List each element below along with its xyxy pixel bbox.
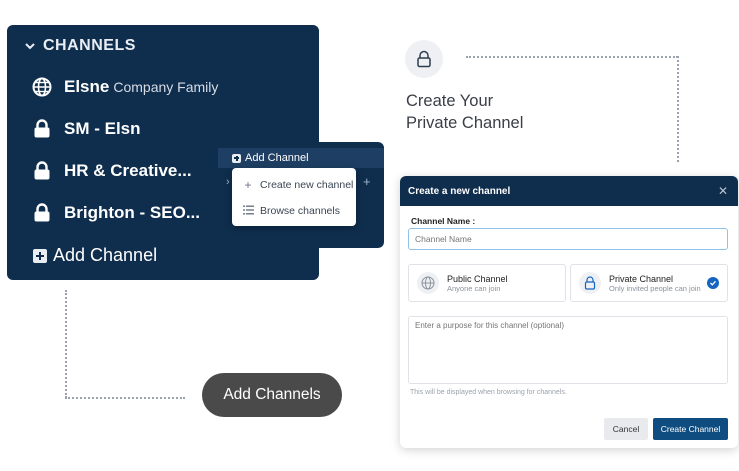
modal-title: Create a new channel (408, 185, 511, 197)
channel-name: Elsne (64, 77, 110, 96)
option-subtitle: Only invited people can join (609, 283, 701, 293)
channels-header[interactable]: CHANNELS (23, 37, 136, 55)
channel-item-brighton-seo[interactable]: Brighton - SEO... (32, 203, 200, 223)
lock-icon (417, 50, 431, 68)
add-channel-menu: + Create new channel Browse channels (232, 168, 356, 226)
lock-icon (32, 203, 52, 223)
option-subtitle: Anyone can join (447, 283, 501, 293)
add-channel-button[interactable]: Add Channel (33, 245, 157, 266)
connector-line (65, 397, 185, 399)
private-channel-heading: Create Your Private Channel (406, 90, 523, 134)
public-channel-option[interactable]: Public Channel Anyone can join (408, 264, 566, 302)
option-title: Public Channel (447, 273, 508, 284)
create-channel-modal: Create a new channel ✕ Channel Name : Pu… (400, 176, 738, 448)
menu-item-label: Browse channels (260, 205, 340, 217)
channel-name: SM - Elsn (64, 119, 141, 138)
menu-item-label: Create new channel (260, 179, 354, 191)
add-channel-label: Add Channel (53, 245, 158, 265)
connector-line (677, 56, 679, 162)
add-channel-strip[interactable]: Add Channel (218, 148, 384, 168)
purpose-input[interactable] (408, 316, 728, 384)
option-title: Private Channel (609, 273, 674, 284)
modal-header: Create a new channel ✕ (400, 176, 738, 206)
channel-item-elsne[interactable]: Elsne Company Family (32, 77, 218, 97)
plus-icon: + (244, 178, 252, 192)
private-channel-option[interactable]: Private Channel Only invited people can … (570, 264, 728, 302)
chevron-right-icon: › (226, 176, 230, 188)
channel-item-hr-creative[interactable]: HR & Creative... (32, 161, 192, 181)
menu-item-create-channel[interactable]: + Create new channel (242, 178, 353, 192)
channel-name: HR & Creative... (64, 161, 192, 180)
channels-header-label: CHANNELS (43, 37, 136, 54)
add-channel-strip-label: Add Channel (245, 152, 309, 164)
plus-square-icon (232, 153, 241, 163)
plus-icon[interactable]: + (363, 174, 371, 189)
create-channel-button[interactable]: Create Channel (653, 418, 728, 440)
globe-icon (32, 77, 52, 97)
check-icon (707, 277, 719, 289)
channel-name-label: Channel Name : (411, 216, 476, 226)
menu-item-browse-channels[interactable]: Browse channels (242, 204, 340, 218)
plus-square-icon (33, 248, 47, 263)
heading-line: Create Your (406, 92, 494, 110)
globe-icon (417, 272, 439, 294)
heading-line: Private Channel (406, 114, 524, 132)
chevron-down-icon (25, 43, 35, 50)
close-icon[interactable]: ✕ (718, 184, 728, 198)
connector-line (466, 56, 678, 58)
add-channels-callout: Add Channels (202, 373, 342, 417)
list-icon (242, 204, 254, 218)
channel-subtitle: Company Family (113, 79, 219, 95)
channel-name: Brighton - SEO... (64, 203, 200, 222)
helper-text: This will be displayed when browsing for… (410, 389, 567, 396)
lock-icon (579, 272, 601, 294)
lock-badge (405, 40, 443, 78)
channel-item-sm-elsn[interactable]: SM - Elsn (32, 119, 141, 139)
cancel-button[interactable]: Cancel (604, 418, 648, 440)
connector-line (65, 290, 67, 398)
channel-name-input[interactable] (408, 228, 728, 250)
lock-icon (32, 161, 52, 181)
lock-icon (32, 119, 52, 139)
